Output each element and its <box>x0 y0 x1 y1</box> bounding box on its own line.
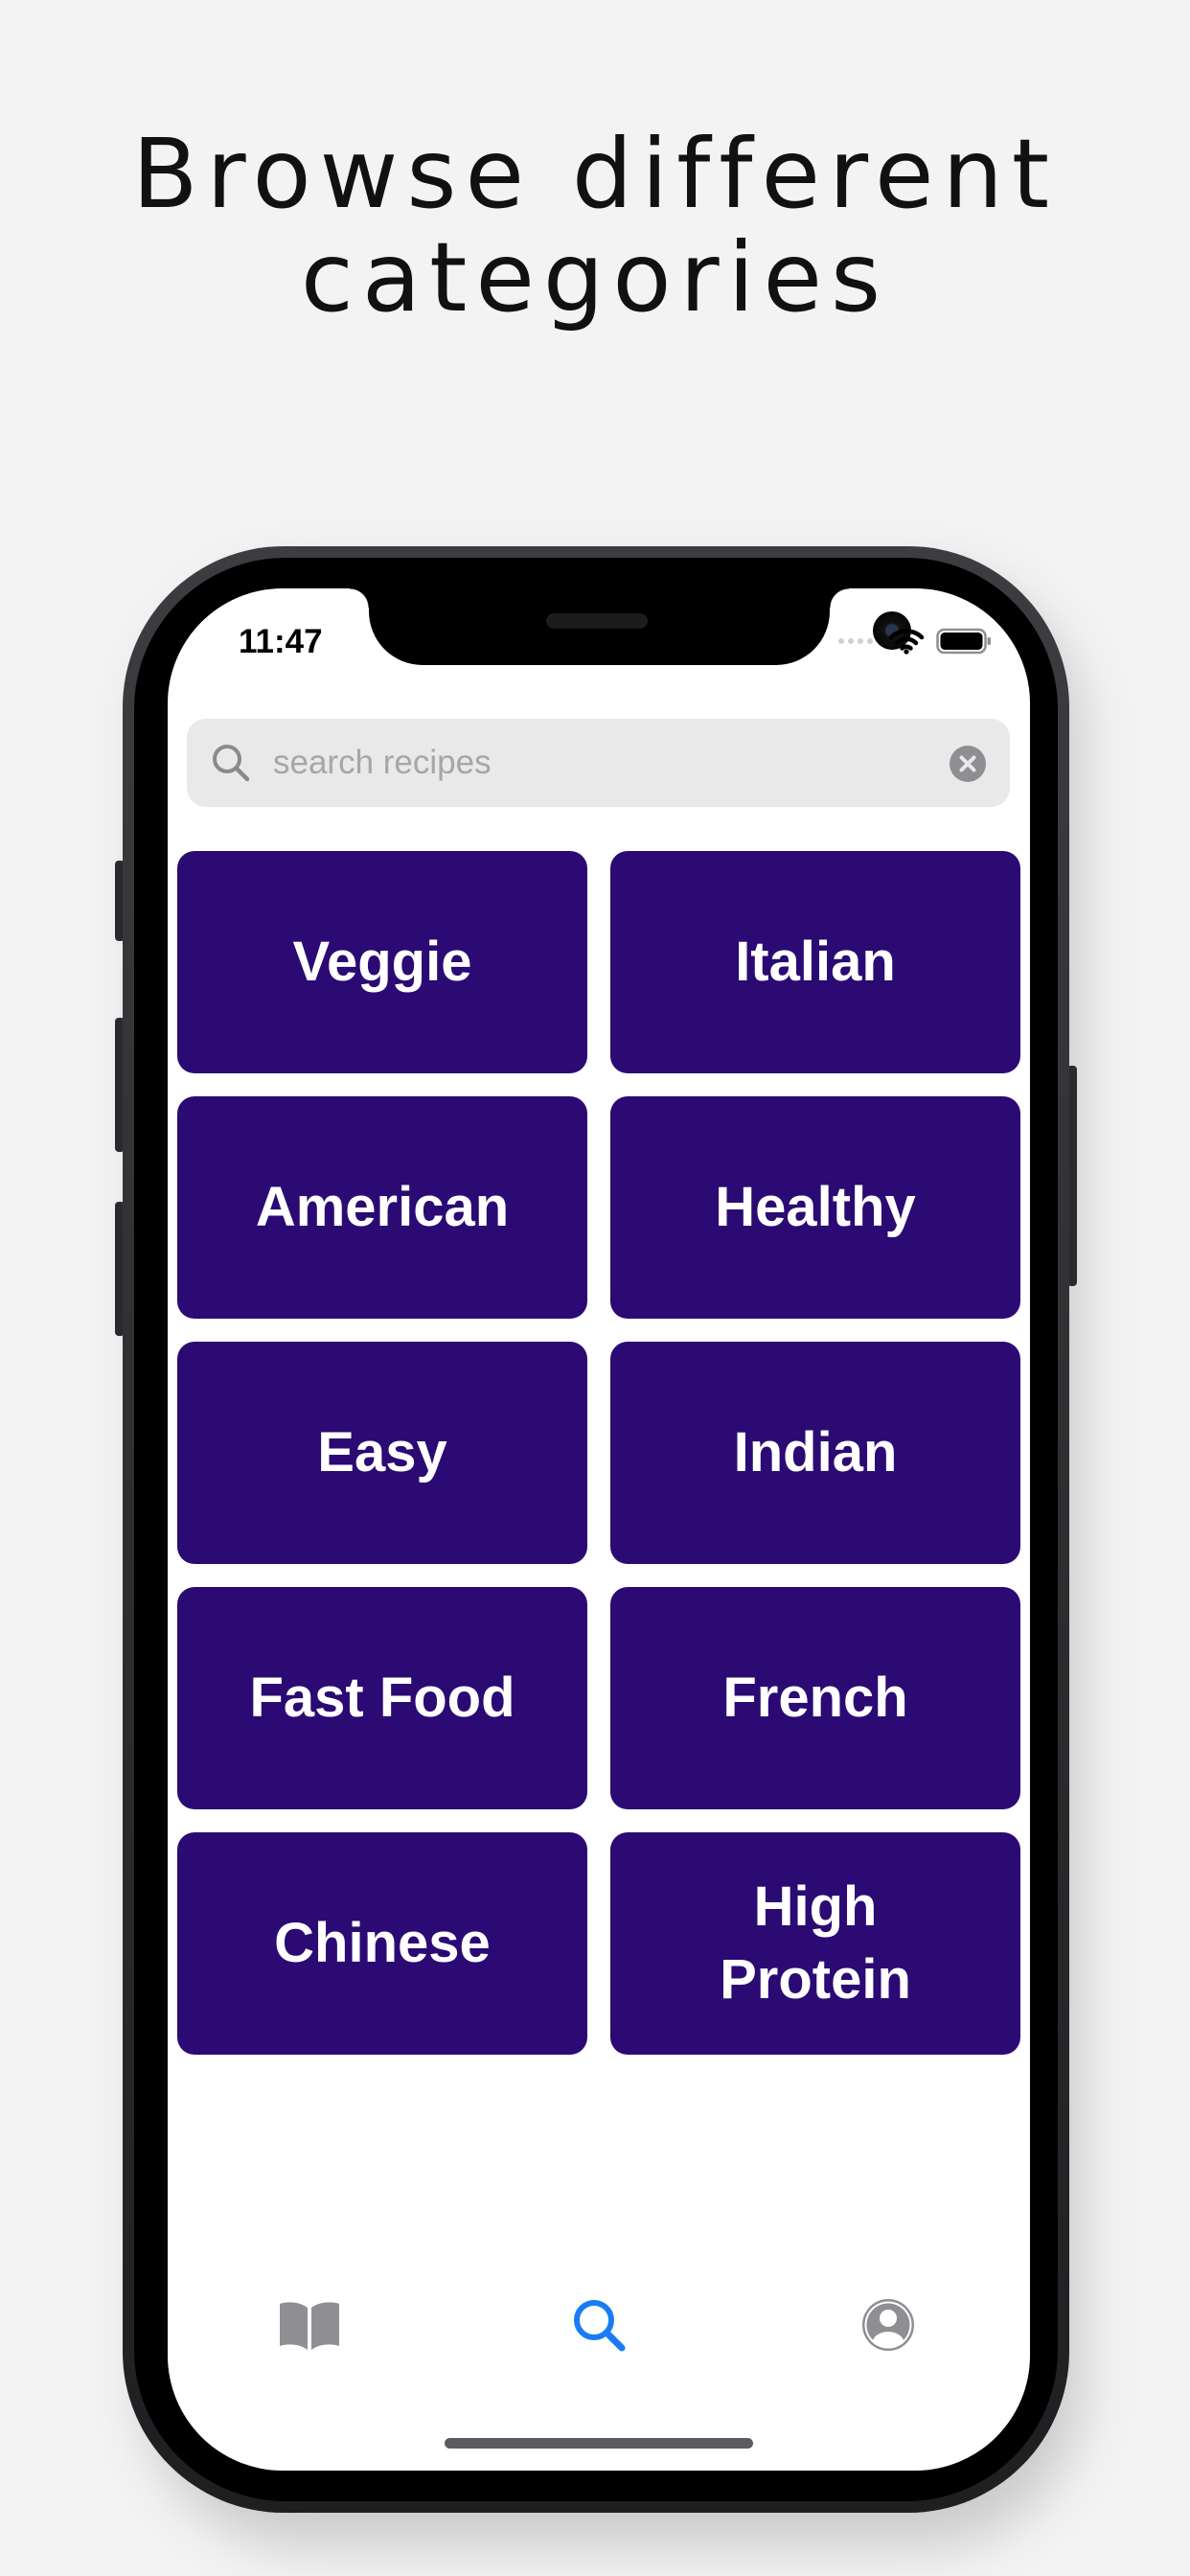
category-label: Chinese <box>274 1912 491 1974</box>
category-tile-healthy[interactable]: Healthy <box>610 1096 1020 1319</box>
tab-profile[interactable] <box>850 2287 927 2363</box>
category-label: Indian <box>733 1421 898 1484</box>
promo-headline-line-1: Browse different <box>131 118 1059 230</box>
phone-notch <box>350 588 911 665</box>
home-indicator[interactable] <box>445 2438 753 2449</box>
category-tile-easy[interactable]: Easy <box>177 1342 587 1564</box>
promo-headline-line-2: categories <box>300 221 890 334</box>
category-label: Fast Food <box>249 1667 515 1729</box>
category-label: French <box>722 1667 908 1729</box>
book-icon <box>280 2302 339 2350</box>
category-label: Easy <box>317 1421 447 1484</box>
battery-icon <box>936 628 991 655</box>
category-tile-italian[interactable]: Italian <box>610 851 1020 1073</box>
category-label: High Protein <box>720 1875 911 2011</box>
notch-speaker <box>546 613 648 629</box>
tab-bar <box>168 2287 1030 2363</box>
wifi-icon <box>888 629 925 655</box>
category-tile-high-protein[interactable]: High Protein <box>610 1832 1020 2055</box>
status-bar-time: 11:47 <box>239 623 323 660</box>
cellular-signal-icon <box>838 638 873 644</box>
promo-headline: Browse different categories <box>0 123 1190 330</box>
tab-recipes[interactable] <box>271 2287 348 2363</box>
category-tile-american[interactable]: American <box>177 1096 587 1319</box>
search-bar[interactable] <box>187 719 1010 807</box>
category-label: American <box>255 1176 510 1238</box>
category-tile-fast-food[interactable]: Fast Food <box>177 1587 587 1809</box>
category-tile-indian[interactable]: Indian <box>610 1342 1020 1564</box>
category-label: Veggie <box>292 931 472 993</box>
clear-search-icon[interactable] <box>949 745 987 783</box>
tab-search[interactable] <box>561 2287 637 2363</box>
search-icon <box>213 745 250 782</box>
search-icon <box>574 2300 626 2352</box>
category-tile-veggie[interactable]: Veggie <box>177 851 587 1073</box>
category-tile-french[interactable]: French <box>610 1587 1020 1809</box>
category-label: Healthy <box>715 1176 916 1238</box>
phone-screen: 11:47 Veggie Italian <box>168 588 1030 2471</box>
category-label: Italian <box>735 931 896 993</box>
search-input[interactable] <box>273 719 905 807</box>
category-tile-chinese[interactable]: Chinese <box>177 1832 587 2055</box>
category-grid: Veggie Italian American Healthy Easy Ind… <box>177 851 1022 2055</box>
status-bar-icons <box>838 627 992 656</box>
profile-icon <box>862 2299 914 2351</box>
